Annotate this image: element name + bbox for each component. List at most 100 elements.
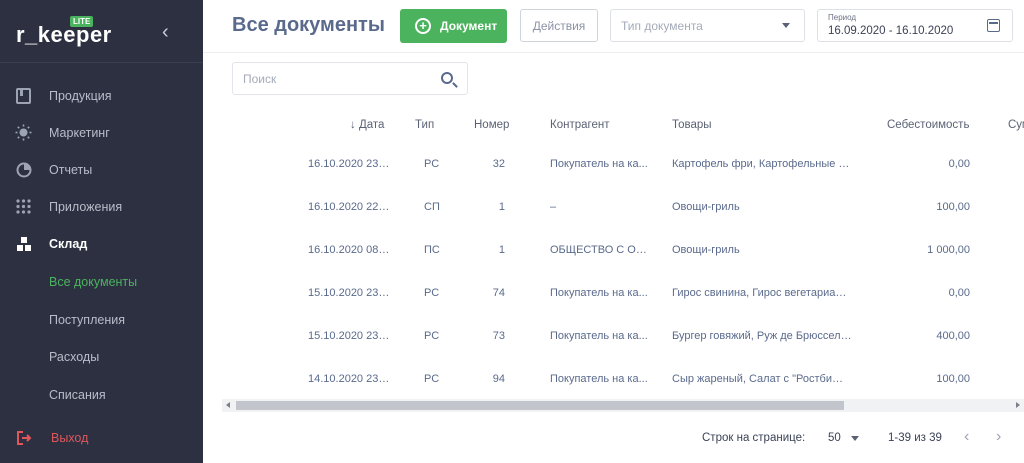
search-input[interactable] bbox=[243, 70, 433, 88]
column-header-type[interactable]: Тип bbox=[415, 119, 434, 131]
table-row[interactable]: 14.10.2020 23:00 РС 94 Покупатель на ка.… bbox=[222, 359, 1024, 402]
cell-counterparty[interactable]: Покупатель на ка... bbox=[550, 158, 648, 170]
boxes-icon bbox=[15, 235, 32, 252]
scrollbar-thumb[interactable] bbox=[236, 401, 844, 410]
actions-button[interactable]: Действия bbox=[520, 9, 598, 42]
sort-arrow-icon: ↓ bbox=[350, 119, 359, 131]
cell-goods[interactable]: Овощи-гриль bbox=[672, 244, 852, 256]
cell-goods[interactable]: Картофель фри, Картофельные до... bbox=[672, 158, 852, 170]
column-header-number[interactable]: Номер bbox=[474, 119, 509, 131]
add-document-button[interactable]: + Документ bbox=[400, 9, 507, 43]
search-icon[interactable] bbox=[441, 72, 453, 84]
cell-number: 94 bbox=[492, 373, 505, 385]
sidebar-item-warehouse[interactable]: Склад bbox=[0, 225, 203, 262]
cell-type: СП bbox=[424, 201, 440, 213]
sidebar-item-apps[interactable]: Приложения bbox=[0, 188, 203, 225]
document-type-placeholder: Тип документа bbox=[621, 18, 703, 33]
cell-goods[interactable]: Овощи-гриль bbox=[672, 201, 852, 213]
sidebar-item-label: Склад bbox=[49, 236, 88, 251]
column-header-cost[interactable]: Себестоимость bbox=[887, 119, 969, 131]
chevron-down-icon[interactable] bbox=[851, 436, 859, 441]
scroll-right-icon[interactable] bbox=[1016, 402, 1020, 408]
sidebar-item-reports[interactable]: Отчеты bbox=[0, 151, 203, 188]
book-icon bbox=[15, 87, 32, 104]
column-header-date-label: Дата bbox=[358, 119, 385, 131]
period-picker[interactable]: Период 16.09.2020 - 16.10.2020 bbox=[817, 9, 1013, 42]
exit-label: Выход bbox=[51, 430, 89, 445]
document-type-select[interactable]: Тип документа bbox=[610, 9, 805, 42]
cell-counterparty[interactable]: Покупатель на ка... bbox=[550, 287, 648, 299]
sidebar-subitem-receipts[interactable]: Поступления bbox=[0, 301, 203, 338]
table-row[interactable]: 16.10.2020 23:00 РС 32 Покупатель на ка.… bbox=[222, 144, 1024, 187]
table-row[interactable]: 15.10.2020 23:00 РС 73 Покупатель на ка.… bbox=[222, 316, 1024, 359]
sidebar-exit[interactable]: Выход bbox=[0, 419, 203, 456]
cell-date: 15.10.2020 23:00 bbox=[308, 330, 390, 342]
cell-type: ПС bbox=[424, 244, 440, 256]
cell-date: 15.10.2020 23:00 bbox=[308, 287, 390, 299]
cell-type: РС bbox=[424, 287, 440, 299]
rows-per-page-label: Строк на странице: bbox=[702, 432, 806, 444]
sidebar-subitem-expenses[interactable]: Расходы bbox=[0, 338, 203, 375]
scroll-left-icon[interactable] bbox=[226, 402, 230, 408]
cell-counterparty[interactable]: Покупатель на ка... bbox=[550, 373, 648, 385]
sidebar-item-label: Маркетинг bbox=[49, 125, 110, 140]
logout-icon bbox=[15, 429, 32, 446]
grid-icon bbox=[15, 198, 32, 215]
cell-cost: 100,00 bbox=[936, 373, 970, 385]
cell-date: 16.10.2020 22:00 bbox=[308, 201, 390, 213]
cell-date: 14.10.2020 23:00 bbox=[308, 373, 390, 385]
pie-chart-icon bbox=[15, 161, 32, 178]
period-label: Период bbox=[828, 13, 857, 22]
sidebar-subitem-all-documents[interactable]: Все документы bbox=[0, 263, 203, 300]
sun-icon bbox=[15, 124, 32, 141]
rows-per-page-select[interactable]: 50 bbox=[828, 432, 841, 444]
sidebar-subitem-label: Поступления bbox=[49, 312, 125, 327]
period-value: 16.09.2020 - 16.10.2020 bbox=[828, 25, 954, 37]
sidebar-subitem-label: Списания bbox=[49, 387, 106, 402]
collapse-sidebar-icon[interactable]: ‹ bbox=[162, 22, 169, 42]
horizontal-scrollbar[interactable] bbox=[222, 399, 1024, 412]
cell-number: 1 bbox=[498, 201, 505, 213]
plus-icon: + bbox=[415, 18, 431, 34]
cell-number: 32 bbox=[492, 158, 505, 170]
table-row[interactable]: 16.10.2020 08:00 ПС 1 ОБЩЕСТВО С ОГР... … bbox=[222, 230, 1024, 273]
cell-number: 1 bbox=[498, 244, 505, 256]
column-header-date[interactable]: ↓ Дата bbox=[350, 119, 384, 131]
chevron-down-icon bbox=[782, 23, 790, 28]
cell-type: РС bbox=[424, 373, 440, 385]
cell-date: 16.10.2020 23:00 bbox=[308, 158, 390, 170]
column-header-counterparty[interactable]: Контрагент bbox=[550, 119, 609, 131]
sidebar-item-marketing[interactable]: Маркетинг bbox=[0, 114, 203, 151]
sidebar-subitem-label: Все документы bbox=[49, 274, 138, 289]
next-page-icon[interactable]: › bbox=[996, 429, 1001, 445]
table-row[interactable]: 15.10.2020 23:00 РС 74 Покупатель на ка.… bbox=[222, 273, 1024, 316]
cell-goods[interactable]: Гирос свинина, Гирос вегетарианс... bbox=[672, 287, 852, 299]
cell-goods[interactable]: Сыр жареный, Салат с "Ростбифо... bbox=[672, 373, 852, 385]
sidebar-item-label: Приложения bbox=[49, 199, 123, 214]
sidebar-item-label: Продукция bbox=[49, 88, 112, 103]
cell-cost: 1 000,00 bbox=[927, 244, 970, 256]
page-title: Все документы bbox=[232, 14, 385, 36]
sidebar-divider bbox=[0, 62, 203, 63]
table-row[interactable]: 16.10.2020 22:00 СП 1 – Овощи-гриль 100,… bbox=[222, 187, 1024, 230]
calendar-icon[interactable] bbox=[987, 19, 1000, 32]
cell-counterparty[interactable]: ОБЩЕСТВО С ОГР... bbox=[550, 244, 648, 256]
logo-lite-badge: LITE bbox=[70, 16, 94, 27]
cell-number: 74 bbox=[492, 287, 505, 299]
sidebar-item-products[interactable]: Продукция bbox=[0, 77, 203, 114]
search-box bbox=[232, 62, 468, 95]
cell-cost: 0,00 bbox=[948, 158, 970, 170]
cell-counterparty[interactable]: – bbox=[550, 201, 648, 213]
sidebar-subitem-write-offs[interactable]: Списания bbox=[0, 376, 203, 413]
app-logo[interactable]: r_keeper bbox=[16, 22, 112, 48]
header-divider bbox=[203, 52, 1024, 53]
cell-counterparty[interactable]: Покупатель на ка... bbox=[550, 330, 648, 342]
sidebar: r_keeper LITE ‹ Продукция Маркетинг Отче… bbox=[0, 0, 203, 463]
cell-goods[interactable]: Бургер говяжий, Руж де Брюссель... bbox=[672, 330, 852, 342]
cell-type: РС bbox=[424, 158, 440, 170]
column-header-sum[interactable]: Сумма bbox=[1008, 119, 1024, 131]
column-header-goods[interactable]: Товары bbox=[672, 119, 712, 131]
cell-cost: 100,00 bbox=[936, 201, 970, 213]
cell-number: 73 bbox=[492, 330, 505, 342]
previous-page-icon[interactable]: ‹ bbox=[964, 429, 969, 445]
